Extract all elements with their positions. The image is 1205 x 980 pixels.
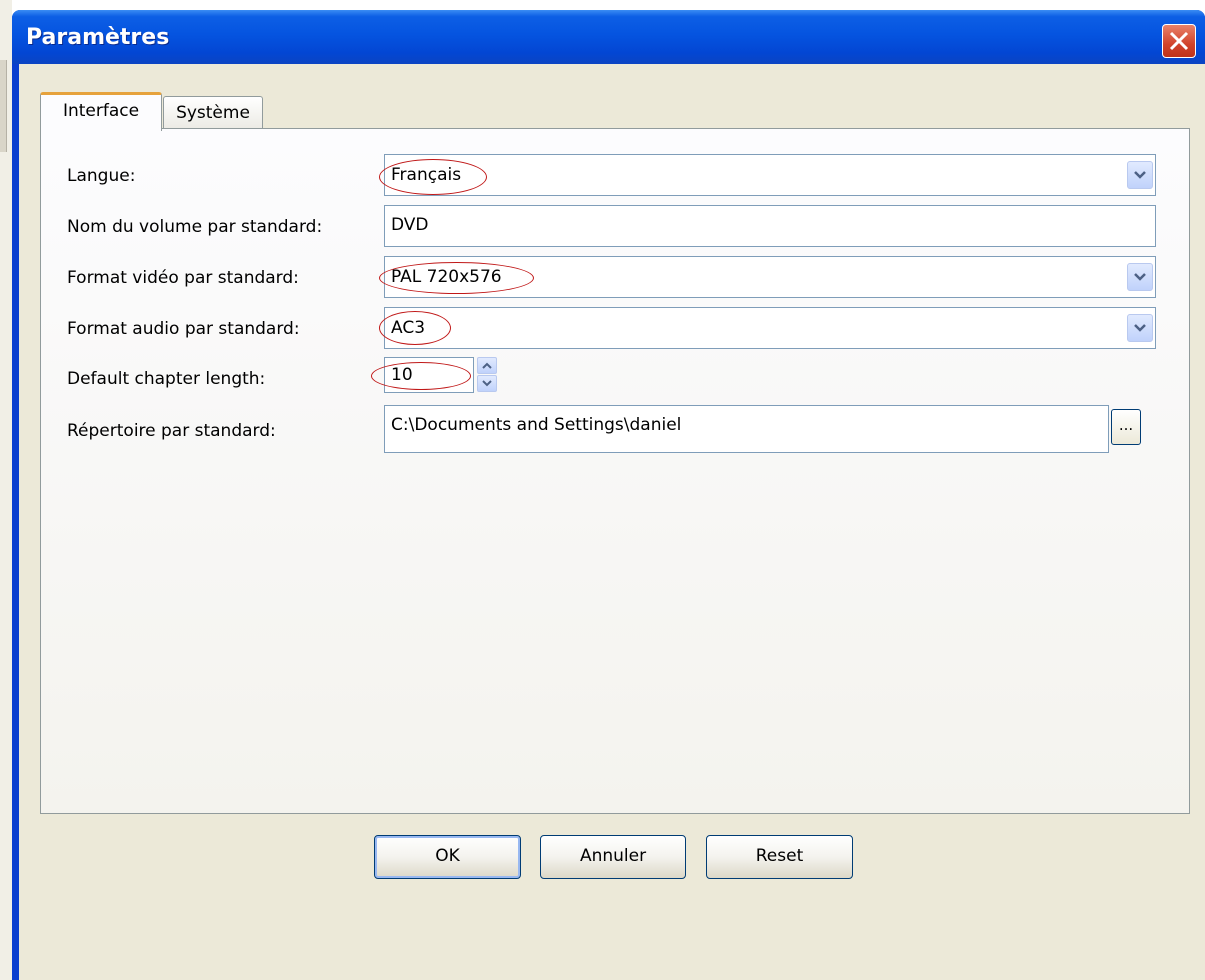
tab-systeme[interactable]: Système	[163, 96, 263, 128]
dialog-client-area: Interface Système Langue: Français Nom d…	[19, 64, 1205, 980]
stepper-up-button[interactable]	[477, 357, 497, 374]
chapter-length-label: Default chapter length:	[67, 369, 266, 389]
language-dropdown-button[interactable]	[1127, 161, 1153, 189]
video-format-value: PAL 720x576	[391, 267, 502, 287]
title-bar[interactable]: Paramètres	[12, 10, 1205, 64]
volume-name-input[interactable]: DVD	[384, 205, 1156, 247]
window-title: Paramètres	[26, 25, 170, 50]
language-dropdown[interactable]: Français	[384, 154, 1156, 196]
directory-label: Répertoire par standard:	[67, 421, 276, 441]
chevron-up-icon	[482, 362, 492, 369]
chevron-down-icon	[482, 380, 492, 387]
chapter-length-value: 10	[391, 365, 413, 385]
audio-format-dropdown-button[interactable]	[1127, 314, 1153, 342]
language-value: Français	[391, 165, 462, 185]
browse-button[interactable]: ...	[1111, 409, 1141, 445]
tab-interface[interactable]: Interface	[40, 92, 162, 131]
tab-panel-interface: Langue: Français Nom du volume par stand…	[40, 128, 1190, 814]
reset-button[interactable]: Reset	[706, 835, 853, 879]
stepper-down-button[interactable]	[477, 375, 497, 392]
chevron-down-icon	[1134, 273, 1146, 281]
video-format-label: Format vidéo par standard:	[67, 268, 299, 288]
directory-value: C:\Documents and Settings\daniel	[391, 415, 682, 435]
video-format-dropdown-button[interactable]	[1127, 263, 1153, 291]
directory-input[interactable]: C:\Documents and Settings\daniel	[384, 405, 1109, 453]
chapter-length-stepper[interactable]	[477, 357, 497, 393]
chevron-down-icon	[1134, 171, 1146, 179]
language-label: Langue:	[67, 166, 136, 186]
chevron-down-icon	[1134, 324, 1146, 332]
audio-format-label: Format audio par standard:	[67, 319, 300, 339]
chapter-length-input[interactable]: 10	[384, 357, 474, 393]
audio-format-dropdown[interactable]: AC3	[384, 307, 1156, 349]
cancel-button[interactable]: Annuler	[540, 835, 686, 879]
video-format-dropdown[interactable]: PAL 720x576	[384, 256, 1156, 298]
close-button[interactable]	[1162, 24, 1196, 58]
volume-name-label: Nom du volume par standard:	[67, 217, 323, 237]
background-window-frame	[0, 60, 7, 152]
volume-name-value: DVD	[391, 215, 429, 235]
ok-button[interactable]: OK	[374, 835, 521, 879]
settings-dialog: Paramètres Interface Système Langue: Fra…	[12, 10, 1205, 980]
close-icon	[1169, 31, 1189, 51]
background-window-edge	[0, 0, 12, 980]
audio-format-value: AC3	[391, 318, 426, 338]
